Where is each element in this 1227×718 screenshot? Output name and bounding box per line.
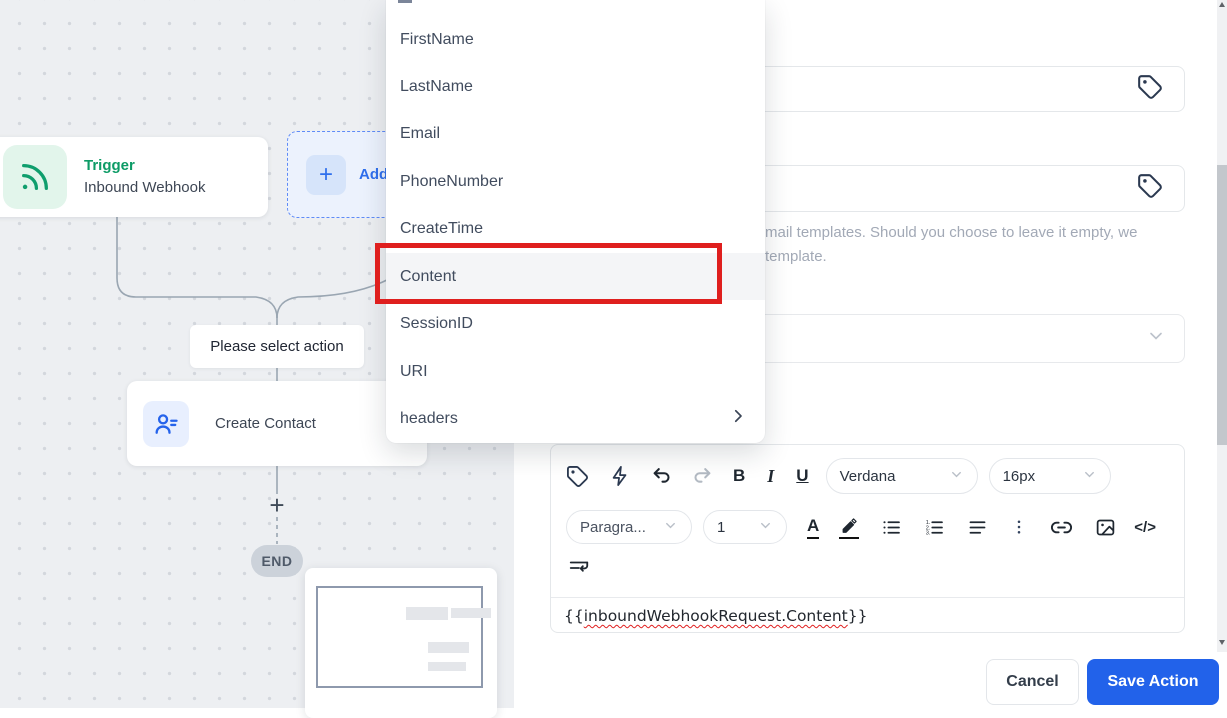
chevron-down-icon xyxy=(758,518,773,537)
editor-divider xyxy=(551,597,1184,598)
helper-text-line2: template. xyxy=(765,248,827,265)
bold-button[interactable]: B xyxy=(733,466,745,486)
editor-content[interactable]: {{inboundWebhookRequest.Content}} xyxy=(564,601,1164,631)
plus-icon: + xyxy=(306,154,346,195)
scrollbar-up-arrow[interactable] xyxy=(1219,2,1225,7)
chevron-down-icon xyxy=(663,518,678,537)
line-height-value: 1 xyxy=(717,518,726,536)
underline-button[interactable]: U xyxy=(796,466,808,486)
dropdown-item-uri[interactable]: URI xyxy=(386,348,765,395)
scrollbar-down-arrow[interactable] xyxy=(1219,640,1225,645)
paragraph-style-select[interactable]: Paragra... xyxy=(566,510,692,544)
action-prompt-text: Please select action xyxy=(210,338,344,355)
annotation-highlight-box xyxy=(375,243,722,304)
dropdown-item-phonenumber[interactable]: PhoneNumber xyxy=(386,158,765,205)
template-variable: inboundWebhookRequest.Content xyxy=(583,607,848,625)
dropdown-item-headers[interactable]: headers xyxy=(386,395,765,442)
text-wrap-icon[interactable] xyxy=(568,557,590,579)
minimap-node xyxy=(428,662,466,671)
cancel-button[interactable]: Cancel xyxy=(986,659,1079,705)
chevron-down-icon xyxy=(949,467,964,486)
minimap-node xyxy=(406,607,448,620)
svg-text:3.: 3. xyxy=(926,530,931,536)
align-icon[interactable] xyxy=(967,517,988,538)
chevron-down-icon xyxy=(1082,467,1097,486)
variable-picker-dropdown: FirstName LastName Email PhoneNumber Cre… xyxy=(386,0,765,443)
font-color-button[interactable]: A xyxy=(807,516,820,539)
user-contact-icon xyxy=(143,400,189,447)
webhook-signal-icon xyxy=(3,145,67,209)
rich-text-editor[interactable]: B I U Verdana 16px Paragra... 1 A 1. 2. … xyxy=(550,444,1185,633)
image-icon[interactable] xyxy=(1095,517,1116,538)
save-action-button[interactable]: Save Action xyxy=(1087,659,1219,705)
more-options-icon[interactable] xyxy=(1010,517,1028,537)
tag-icon[interactable] xyxy=(1137,173,1163,204)
font-size-value: 16px xyxy=(1002,467,1036,485)
create-contact-node[interactable]: Create Contact xyxy=(127,381,427,466)
font-size-select[interactable]: 16px xyxy=(988,458,1111,494)
add-step-plus-icon[interactable]: + xyxy=(263,490,291,520)
bullet-list-icon[interactable] xyxy=(881,517,902,538)
helper-text-line1: mail templates. Should you choose to lea… xyxy=(765,224,1138,241)
paragraph-style-value: Paragra... xyxy=(580,518,646,536)
chevron-right-icon xyxy=(729,407,747,430)
highlight-color-button[interactable] xyxy=(839,516,860,539)
minimap-viewport[interactable] xyxy=(316,586,483,688)
dropdown-item-sessionid[interactable]: SessionID xyxy=(386,300,765,347)
scrollbar-thumb[interactable] xyxy=(1217,165,1227,445)
font-family-value: Verdana xyxy=(839,467,896,485)
dropdown-item-lastname[interactable]: LastName xyxy=(386,63,765,110)
numbered-list-icon[interactable]: 1. 2. 3. xyxy=(924,517,945,538)
font-family-select[interactable]: Verdana xyxy=(825,458,978,494)
action-prompt-label: Please select action xyxy=(190,325,364,368)
trigger-node[interactable]: Trigger Inbound Webhook xyxy=(0,137,268,217)
italic-button[interactable]: I xyxy=(767,466,774,487)
minimap-node xyxy=(428,642,469,653)
chevron-down-icon xyxy=(1146,326,1166,351)
link-icon[interactable] xyxy=(1050,516,1073,539)
minimap[interactable] xyxy=(305,568,497,718)
trigger-subtitle: Inbound Webhook xyxy=(84,179,206,196)
trigger-title: Trigger xyxy=(84,157,135,175)
helper-text: mail templates. Should you choose to lea… xyxy=(765,221,1185,269)
lightning-icon[interactable] xyxy=(609,465,631,487)
tag-icon[interactable] xyxy=(566,465,589,488)
template-braces-open: {{ xyxy=(564,607,584,625)
tag-icon[interactable] xyxy=(1137,74,1163,105)
undo-icon[interactable] xyxy=(651,465,673,487)
minimap-node xyxy=(451,608,491,618)
add-label: Add xyxy=(359,166,389,183)
code-icon[interactable]: </> xyxy=(1134,519,1156,536)
dropdown-item-firstname[interactable]: FirstName xyxy=(386,16,765,63)
line-height-select[interactable]: 1 xyxy=(703,510,787,544)
dropdown-item-email[interactable]: Email xyxy=(386,110,765,157)
create-contact-label: Create Contact xyxy=(215,415,316,432)
redo-icon[interactable] xyxy=(691,465,713,487)
end-badge: END xyxy=(251,545,303,577)
template-braces-close: }} xyxy=(847,607,868,625)
clipped-menu-item xyxy=(398,0,412,3)
